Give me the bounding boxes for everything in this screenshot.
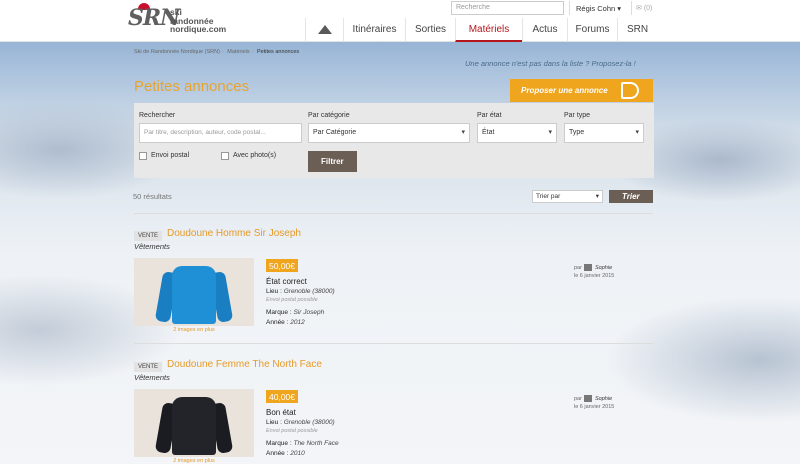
chevron-down-icon: ▾ [635, 129, 639, 136]
jacket-image [172, 266, 216, 324]
condition: État correct [266, 277, 307, 286]
nav-srn[interactable]: SRN [617, 18, 657, 42]
propose-link[interactable]: Une annonce n'est pas dans la liste ? Pr… [465, 59, 636, 68]
divider [134, 343, 653, 344]
listing-photo[interactable] [134, 258, 254, 326]
nav-sorties[interactable]: Sorties [405, 18, 455, 42]
breadcrumb: Ski de Randonnée Nordique (SRN) › Matérie… [134, 49, 300, 55]
brand: Marque : Sir Joseph [266, 309, 325, 316]
post-date: le 6 janvier 2015 [574, 273, 615, 279]
chevron-down-icon: ▾ [548, 129, 552, 136]
photo-label: Avec photo(s) [233, 152, 277, 159]
sale-badge: VENTE [134, 362, 162, 372]
listing-category: Vêtements [134, 242, 170, 251]
listing-item: VENTE Doudoune Femme The North Face Vête… [134, 359, 654, 464]
nav-itineraires[interactable]: Itinéraires [343, 18, 405, 42]
shipping-note: Envoi postal possible [266, 297, 318, 303]
shipping-checkbox[interactable] [139, 152, 147, 160]
messages-link[interactable]: ✉ (0) [631, 1, 659, 15]
listing-photo[interactable] [134, 389, 254, 457]
breadcrumb-materiels[interactable]: Matériels [227, 49, 249, 55]
category-label: Par catégorie [308, 112, 350, 119]
site-search-input[interactable]: Recherche [451, 1, 564, 15]
listing-item: VENTE Doudoune Homme Sir Joseph Vêtement… [134, 228, 654, 346]
photo-checkbox[interactable] [221, 152, 229, 160]
listing-category: Vêtements [134, 373, 170, 382]
filter-button[interactable]: Filtrer [308, 151, 357, 172]
mail-icon: ✉ [636, 5, 642, 12]
category-select[interactable]: Par Catégorie ▾ [308, 123, 470, 143]
sort-button[interactable]: Trier [609, 190, 653, 203]
search-label: Rechercher [139, 112, 176, 119]
state-select[interactable]: État ▾ [477, 123, 557, 143]
tent-icon [317, 25, 332, 34]
location: Lieu : Grenoble (38000) [266, 419, 335, 426]
shipping-note: Envoi postal possible [266, 428, 318, 434]
condition: Bon état [266, 408, 296, 417]
more-photos-link[interactable]: 2 images en plus [134, 458, 254, 464]
author-line: par Sophie [574, 395, 613, 402]
author-line: par Sophie [574, 264, 613, 271]
site-logo[interactable]: SRN ski randonnée nordique.com [128, 3, 228, 39]
divider [134, 213, 653, 214]
chevron-down-icon: ▾ [461, 129, 465, 136]
jacket-image [172, 397, 216, 455]
listing-title[interactable]: Doudoune Femme The North Face [167, 359, 322, 370]
breadcrumb-home[interactable]: Ski de Randonnée Nordique (SRN) [134, 49, 220, 55]
sort-select[interactable]: Trier par ▾ [532, 190, 603, 203]
results-count: 50 résultats [133, 192, 172, 201]
listing-title[interactable]: Doudoune Homme Sir Joseph [167, 228, 301, 239]
avatar [584, 395, 593, 402]
nav-materiels[interactable]: Matériels [455, 18, 522, 42]
type-select[interactable]: Type ▾ [564, 123, 644, 143]
post-date: le 6 janvier 2015 [574, 404, 615, 410]
sale-badge: VENTE [134, 231, 162, 241]
breadcrumb-current: Petites annonces [256, 49, 300, 55]
site-header: SRN ski randonnée nordique.com Recherche… [0, 0, 800, 42]
avatar [584, 264, 593, 271]
nav-forums[interactable]: Forums [567, 18, 617, 42]
more-photos-link[interactable]: 2 images en plus [134, 327, 254, 333]
chevron-down-icon: ▾ [595, 193, 599, 200]
year: Année : 2010 [266, 450, 305, 457]
page-title: Petites annonces [134, 78, 250, 95]
author-link[interactable]: Sophie [595, 396, 612, 402]
brand: Marque : The North Face [266, 440, 339, 447]
megaphone-icon [621, 82, 639, 99]
state-label: Par état [477, 112, 502, 119]
logo-text: ski randonnée nordique.com [170, 7, 227, 34]
shipping-label: Envoi postal [151, 152, 190, 159]
price-badge: 50,00€ [266, 259, 298, 272]
user-menu[interactable]: Régis Cohn ▾ [569, 1, 631, 15]
mail-count: (0) [643, 5, 653, 12]
nav-home[interactable] [305, 18, 343, 42]
nav-actus[interactable]: Actus [522, 18, 567, 42]
year: Année : 2012 [266, 319, 305, 326]
price-badge: 40,00€ [266, 390, 298, 403]
location: Lieu : Grenoble (38000) [266, 288, 335, 295]
author-link[interactable]: Sophie [595, 265, 612, 271]
keyword-input[interactable]: Par titre, description, auteur, code pos… [139, 123, 302, 143]
type-label: Par type [564, 112, 591, 119]
main-nav: Itinéraires Sorties Matériels Actus Foru… [305, 18, 657, 42]
